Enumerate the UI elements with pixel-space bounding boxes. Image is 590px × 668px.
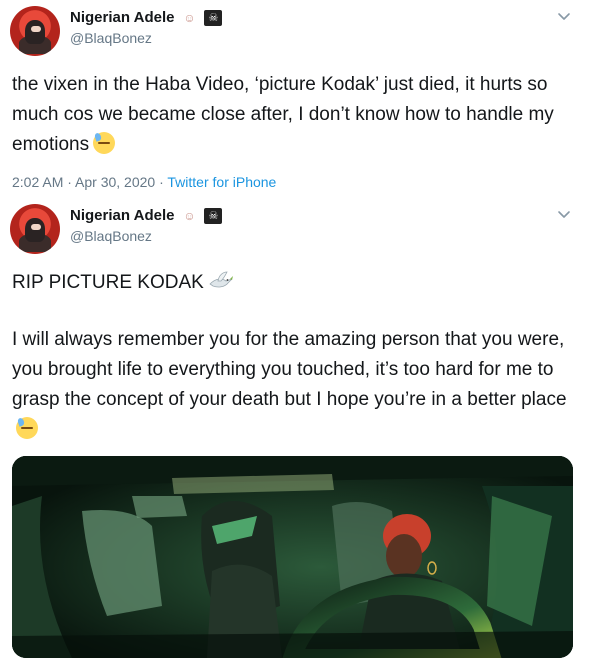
chevron-down-icon[interactable] <box>556 206 572 222</box>
baby-angel-emoji-icon: ☺ <box>183 10 196 25</box>
dove-icon <box>209 271 233 288</box>
timestamp[interactable]: 2:02 AM · Apr 30, 2020 · <box>12 174 167 190</box>
tweet-headline: RIP PICTURE KODAK <box>12 268 577 298</box>
author-row: Nigerian Adele ☺ ☠ <box>70 207 223 224</box>
avatar-figure-face <box>31 26 41 32</box>
tweet-media-photo[interactable] <box>12 456 573 658</box>
downcast-face-with-sweat-icon <box>16 417 38 439</box>
downcast-face-with-sweat-icon <box>93 132 116 154</box>
author-name[interactable]: Nigerian Adele <box>70 207 174 224</box>
tweet-text: the vixen in the Haba Video, ‘picture Ko… <box>12 70 577 160</box>
author-name[interactable]: Nigerian Adele <box>70 9 174 26</box>
avatar-figure-head <box>25 20 45 44</box>
tweet-body: I will always remember you for the amazi… <box>12 329 567 410</box>
author-row: Nigerian Adele ☺ ☠ <box>70 9 223 26</box>
chevron-down-icon[interactable] <box>556 8 572 24</box>
author-handle[interactable]: @BlaqBonez <box>70 228 152 244</box>
tweet-text: I will always remember you for the amazi… <box>12 325 577 445</box>
avatar-figure-head <box>25 218 45 242</box>
skull-crossbones-emoji-icon: ☠ <box>204 9 223 26</box>
headline-text: RIP PICTURE KODAK <box>12 272 204 293</box>
baby-angel-emoji-icon: ☺ <box>183 208 196 223</box>
avatar[interactable] <box>10 204 60 254</box>
avatar[interactable] <box>10 6 60 56</box>
car-interior-photo <box>12 456 573 658</box>
skull-crossbones-emoji-icon: ☠ <box>204 207 223 224</box>
avatar-figure-face <box>31 224 41 230</box>
author-handle[interactable]: @BlaqBonez <box>70 30 152 46</box>
tweet-source[interactable]: Twitter for iPhone <box>167 174 276 190</box>
tweet-meta: 2:02 AM · Apr 30, 2020 · Twitter for iPh… <box>12 174 276 190</box>
